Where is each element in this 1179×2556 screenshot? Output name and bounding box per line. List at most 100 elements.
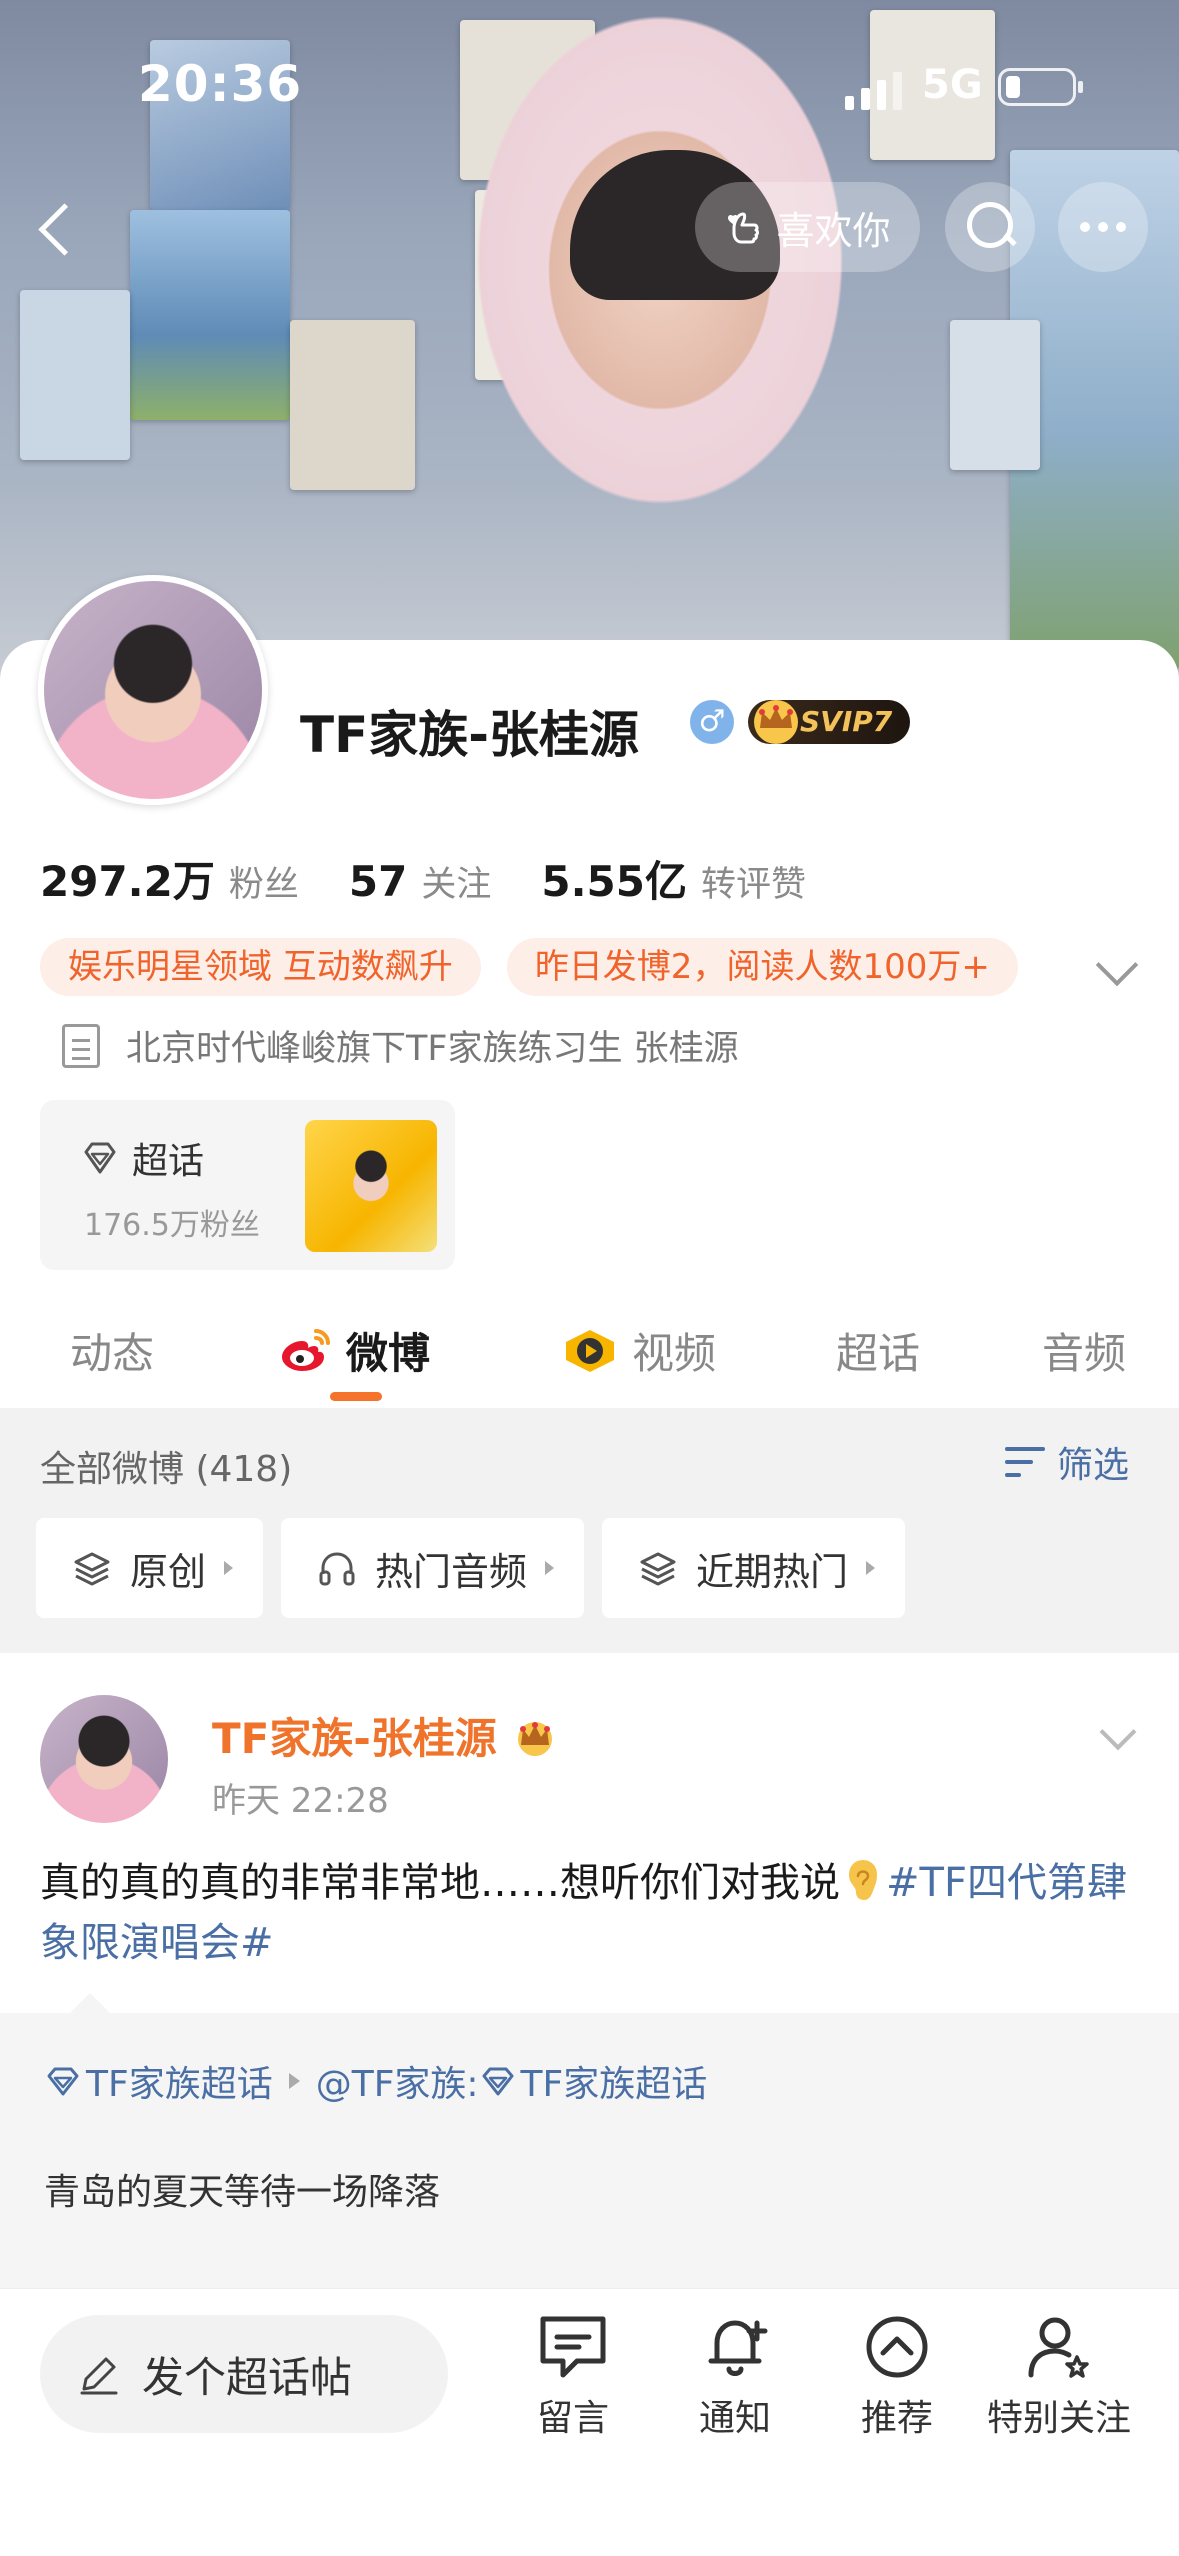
profile-stats: 297.2万 粉丝 57 关注 5.55亿 转评赞 (40, 848, 856, 909)
post-text: 真的真的真的非常非常地……想听你们对我说 #TF四代第肆象限演唱会# (40, 1853, 1150, 1973)
stat-following[interactable]: 57 关注 (349, 856, 491, 907)
profile-tags: 娱乐明星领域 互动数飙升 昨日发博2，阅读人数100万+ (40, 938, 1018, 996)
diamond-icon (47, 2067, 79, 2096)
profile-name: TF家族-张桂源 (300, 706, 640, 764)
action-label: 特别关注 (986, 2398, 1131, 2439)
repost-mention-topic[interactable]: TF家族超话 (521, 2055, 708, 2107)
crown-icon (754, 700, 798, 744)
special-follow-button[interactable]: 特别关注 (979, 2311, 1139, 2441)
filter-button[interactable]: 筛选 (1005, 1436, 1129, 1488)
chip-label: 近期热门 (696, 1549, 849, 1594)
layers-icon (640, 1552, 676, 1586)
action-label: 推荐 (860, 2398, 933, 2439)
stat-label: 转评赞 (700, 865, 806, 905)
repost-text: 青岛的夏天等待一场降落 (44, 2172, 441, 2213)
stat-value: 5.55亿 (541, 857, 687, 906)
post[interactable]: TF家族-张桂源 昨天 22:28 真的真的真的非常非常地……想听你们对我说 #T… (0, 1653, 1179, 2013)
recommend-button[interactable]: 推荐 (817, 2311, 977, 2441)
chevron-down-icon[interactable] (1099, 1713, 1137, 1751)
pen-icon (80, 2357, 118, 2395)
post-body: 真的真的真的非常非常地……想听你们对我说 (40, 1860, 840, 1906)
diamond-icon (482, 2067, 514, 2096)
stat-interactions[interactable]: 5.55亿 转评赞 (541, 848, 806, 909)
video-icon (566, 1329, 614, 1372)
repost-notch (70, 1993, 110, 2013)
super-topic-label: 超话 (132, 1141, 205, 1182)
caret-right-icon (545, 1561, 555, 1575)
stat-label: 关注 (421, 865, 492, 905)
filter-chips: 原创 热门音频 近期热门 (36, 1518, 906, 1618)
caret-right-icon (288, 2073, 300, 2089)
user-star-icon (1028, 2317, 1089, 2378)
tab-label: 动态 (70, 1329, 155, 1378)
battery-icon (998, 68, 1083, 106)
post-avatar[interactable] (40, 1695, 168, 1823)
filter-icon (1005, 1443, 1049, 1481)
tab-feed[interactable]: 动态 (70, 1320, 154, 1381)
compose-button[interactable]: 发个超话帖 (40, 2315, 448, 2433)
bottom-bar: 发个超话帖 留言 通知 推荐 特别关注 (0, 2288, 1179, 2556)
signal-icon (845, 70, 905, 110)
caret-right-icon (866, 1561, 876, 1575)
tab-video[interactable]: 视频 (560, 1320, 716, 1381)
bio: 北京时代峰峻旗下TF家族练习生 张桂源 (62, 1020, 739, 1071)
all-posts-count: 全部微博 (418) (40, 1449, 293, 1490)
super-topic-image (305, 1120, 437, 1252)
repost-source: TF家族超话 @TF家族: TF家族超话 (44, 2055, 707, 2107)
repost-topic-link[interactable]: TF家族超话 (86, 2055, 273, 2107)
post-author[interactable]: TF家族-张桂源 (212, 1705, 563, 1766)
profile-tabs: 动态 微博 视频 超话 音频 (0, 1300, 1179, 1401)
status-bar: 20:36 5G (0, 0, 1179, 170)
heart-hand-icon (724, 206, 766, 248)
caret-right-icon (224, 1561, 234, 1575)
more-button[interactable] (1058, 182, 1148, 272)
bio-text: 北京时代峰峻旗下TF家族练习生 张桂源 (126, 1029, 739, 1069)
crown-icon (517, 1721, 552, 1756)
wall-poster (130, 210, 290, 420)
tab-weibo[interactable]: 微博 (278, 1320, 430, 1381)
stat-value: 297.2万 (40, 857, 215, 906)
network-label: 5G (922, 62, 983, 108)
status-time: 20:36 (138, 55, 303, 113)
action-label: 通知 (698, 2398, 771, 2439)
comment-icon (540, 2316, 606, 2378)
diamond-icon (84, 1142, 116, 1174)
compose-label: 发个超话帖 (142, 2352, 353, 2402)
like-label: 喜欢你 (776, 208, 891, 253)
weibo-icon (282, 1328, 330, 1371)
tab-label: 超话 (836, 1329, 921, 1378)
stat-label: 粉丝 (228, 865, 299, 905)
tab-super-topic[interactable]: 超话 (836, 1320, 920, 1381)
tab-label: 微博 (346, 1329, 431, 1378)
male-gender-icon: ♂ (690, 700, 734, 744)
filter-label: 筛选 (1057, 1445, 1130, 1486)
post-author-name: TF家族-张桂源 (212, 1714, 497, 1763)
notify-button[interactable]: 通知 (655, 2311, 815, 2441)
search-button[interactable] (945, 182, 1035, 272)
filter-section: 全部微博 (418) 筛选 原创 热门音频 近期热门 (0, 1408, 1179, 1653)
like-button[interactable]: 喜欢你 (695, 182, 920, 272)
active-tab-indicator (330, 1392, 382, 1401)
avatar[interactable] (38, 575, 268, 805)
bell-plus-icon (708, 2320, 768, 2376)
stat-value: 57 (348, 857, 408, 906)
headphones-icon (319, 1552, 355, 1586)
ear-emoji-icon (849, 1860, 877, 1900)
tab-label: 音频 (1042, 1329, 1127, 1378)
chevron-up-circle-icon (866, 2316, 928, 2378)
super-topic-card[interactable]: 超话 176.5万粉丝 (40, 1100, 455, 1270)
tab-audio[interactable]: 音频 (1042, 1320, 1126, 1381)
chip-original[interactable]: 原创 (36, 1518, 264, 1618)
wall-poster (20, 290, 130, 460)
chip-recent-hot[interactable]: 近期热门 (602, 1518, 906, 1618)
repost-mention[interactable]: @TF家族: (316, 2055, 479, 2107)
chip-hot-audio[interactable]: 热门音频 (281, 1518, 585, 1618)
chip-label: 热门音频 (375, 1549, 528, 1594)
stat-followers[interactable]: 297.2万 粉丝 (40, 848, 299, 909)
repost-card[interactable]: TF家族超话 @TF家族: TF家族超话 青岛的夏天等待一场降落 (0, 1993, 1179, 2288)
back-button[interactable] (30, 195, 90, 265)
layers-icon (74, 1552, 110, 1586)
comment-button[interactable]: 留言 (493, 2311, 653, 2441)
profile-tag[interactable]: 昨日发博2，阅读人数100万+ (506, 938, 1018, 996)
profile-tag[interactable]: 娱乐明星领域 互动数飙升 (40, 938, 481, 996)
